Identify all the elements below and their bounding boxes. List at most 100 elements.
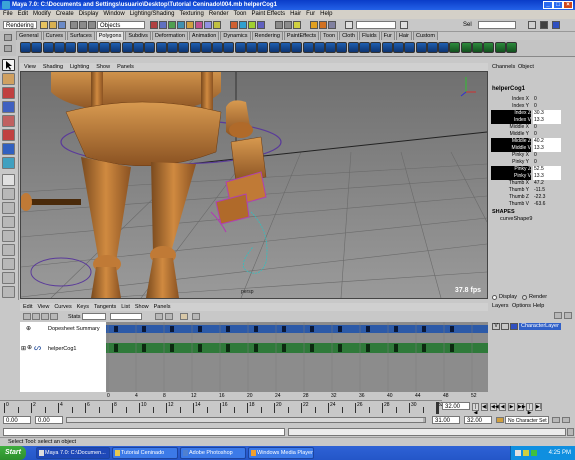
channel-value[interactable]: 0 (533, 152, 561, 159)
tray-network-icon[interactable] (515, 450, 521, 456)
sel-input[interactable] (478, 21, 516, 29)
channel-value[interactable]: -11.5 (533, 187, 561, 194)
dopesheet-menu-edit[interactable]: Edit (23, 303, 32, 311)
helpercog-key[interactable] (394, 344, 398, 352)
summary-key[interactable] (114, 326, 118, 332)
persp-graph-layout-icon[interactable] (2, 216, 15, 228)
menu-paint-effects[interactable]: Paint Effects (252, 10, 286, 19)
viewport-menu-lighting[interactable]: Lighting (70, 63, 89, 71)
merge-edges-icon[interactable] (381, 42, 393, 53)
outliner-layout-icon[interactable] (2, 258, 15, 270)
channel-name[interactable]: Middle Y (510, 131, 529, 138)
history-input-icon[interactable] (275, 21, 283, 29)
channel-name[interactable]: Pinky Z (491, 166, 531, 173)
character-set-dropdown[interactable]: No Character Set (505, 416, 549, 424)
maximize-button[interactable]: □ (553, 1, 563, 9)
auto-load-icon[interactable] (155, 313, 163, 320)
show-tool-settings-icon[interactable] (540, 21, 548, 29)
shelf-tab-general[interactable]: General (16, 31, 42, 40)
perspective-viewport[interactable]: persp 37.8 fps (20, 71, 488, 299)
object-tab[interactable]: Object (518, 64, 534, 70)
playback-start-field[interactable]: 0.00 (35, 416, 63, 424)
poly-pipe-icon[interactable] (110, 42, 122, 53)
channel-index-y[interactable]: Index Y 0 (490, 103, 575, 110)
persp-outliner-layout-icon[interactable] (2, 202, 15, 214)
mask-misc-icon[interactable] (213, 21, 221, 29)
shelf-tab-painteffects[interactable]: PaintEffects (283, 31, 320, 40)
construction-history-icon[interactable] (293, 21, 301, 29)
menu-display[interactable]: Display (79, 10, 99, 19)
buffer-curve-icon[interactable] (180, 313, 188, 320)
scale-tool-icon[interactable] (2, 129, 15, 141)
channel-pinky-y[interactable]: Pinky Y 0 (490, 159, 575, 166)
dopesheet-menu-view[interactable]: View (37, 303, 49, 311)
summary-key[interactable] (366, 326, 370, 332)
insert-key-icon[interactable] (32, 313, 40, 320)
animation-end-field[interactable]: 32.00 (464, 416, 492, 424)
dopesheet-summary-row[interactable]: ⊕ Dopesheet Summary (20, 324, 106, 333)
tray-app-icon[interactable] (531, 450, 537, 456)
summary-key[interactable] (394, 326, 398, 332)
mask-dynamic-icon[interactable] (195, 21, 203, 29)
select-object-icon[interactable] (79, 21, 87, 29)
shelf-tab-fur[interactable]: Fur (380, 31, 395, 40)
channel-value[interactable]: 13.3 (533, 145, 561, 152)
sew-uvs-icon[interactable] (505, 42, 517, 53)
poly-cone-icon[interactable] (53, 42, 65, 53)
helpercog-key[interactable] (422, 344, 426, 352)
fill-hole-icon[interactable] (268, 42, 280, 53)
channel-name[interactable]: Thumb X (509, 180, 529, 187)
channel-name[interactable]: Middle X (510, 124, 529, 131)
boolean-union-icon[interactable] (178, 42, 190, 53)
helpercog-key[interactable] (450, 344, 454, 352)
numeric-input-icon[interactable] (400, 21, 408, 29)
dopesheet-menu-tangents[interactable]: Tangents (94, 303, 116, 311)
channel-index-z[interactable]: Index Z 30.3 (490, 110, 575, 117)
playback-end-field[interactable]: 31.00 (432, 416, 460, 424)
mask-handle-icon[interactable] (150, 21, 158, 29)
channel-value[interactable]: 0 (533, 131, 561, 138)
channel-value[interactable]: -22.3 (533, 194, 561, 201)
dopesheet-layout-icon[interactable] (2, 272, 15, 284)
single-perspective-layout-icon[interactable] (2, 174, 15, 186)
menu-modify[interactable]: Modify (33, 10, 51, 19)
command-input[interactable] (3, 428, 285, 436)
channel-value[interactable]: 47.2 (533, 180, 561, 187)
stats-field-2[interactable] (110, 313, 142, 320)
current-frame-marker[interactable] (436, 402, 439, 414)
layer-options-menu[interactable]: Options (512, 303, 531, 309)
append-to-polygon-icon[interactable] (279, 42, 291, 53)
dopesheet-menu-panels[interactable]: Panels (154, 303, 171, 311)
channel-thumb-y[interactable]: Thumb Y -11.5 (490, 187, 575, 194)
helpercog-row[interactable]: ⊞ ⊕ ᔕ helperCog1 (20, 342, 106, 354)
helpercog-key[interactable] (114, 344, 118, 352)
summary-key[interactable] (198, 326, 202, 332)
helpercog-key[interactable] (142, 344, 146, 352)
shelf-tab-polygons[interactable]: Polygons (95, 31, 125, 40)
channels-tab[interactable]: Channels (492, 64, 515, 70)
move-tool-icon[interactable] (2, 101, 15, 113)
selection-mask-dropdown[interactable]: Objects (97, 21, 145, 29)
animation-start-field[interactable]: 0.00 (3, 416, 31, 424)
menu-help[interactable]: Help (320, 10, 332, 19)
sculpt-icon[interactable] (438, 42, 450, 53)
script-editor-icon[interactable] (567, 428, 574, 436)
viewport-menu-show[interactable]: Show (96, 63, 110, 71)
summary-key[interactable] (450, 326, 454, 332)
shelf-tab-curves[interactable]: Curves (42, 31, 66, 40)
dopesheet-graph[interactable] (106, 322, 488, 392)
auto-key-icon[interactable] (552, 417, 560, 423)
expand-icon[interactable]: ⊞ (21, 345, 26, 352)
separate-icon[interactable] (155, 42, 167, 53)
range-slider[interactable] (66, 417, 426, 423)
quadrangulate-icon[interactable] (257, 42, 269, 53)
shelf-tab-dynamics[interactable]: Dynamics (220, 31, 251, 40)
poly-soccer-ball-icon[interactable] (133, 42, 144, 53)
swap-buffer-icon[interactable] (192, 313, 200, 320)
menu-hair[interactable]: Hair (290, 10, 301, 19)
hypershade-layout-icon[interactable] (2, 230, 15, 242)
shelf-tab-animation[interactable]: Animation (188, 31, 220, 40)
menu-window[interactable]: Window (103, 10, 124, 19)
cylindrical-mapping-icon[interactable] (472, 42, 483, 53)
channel-name[interactable]: Pinky Y (512, 159, 529, 166)
